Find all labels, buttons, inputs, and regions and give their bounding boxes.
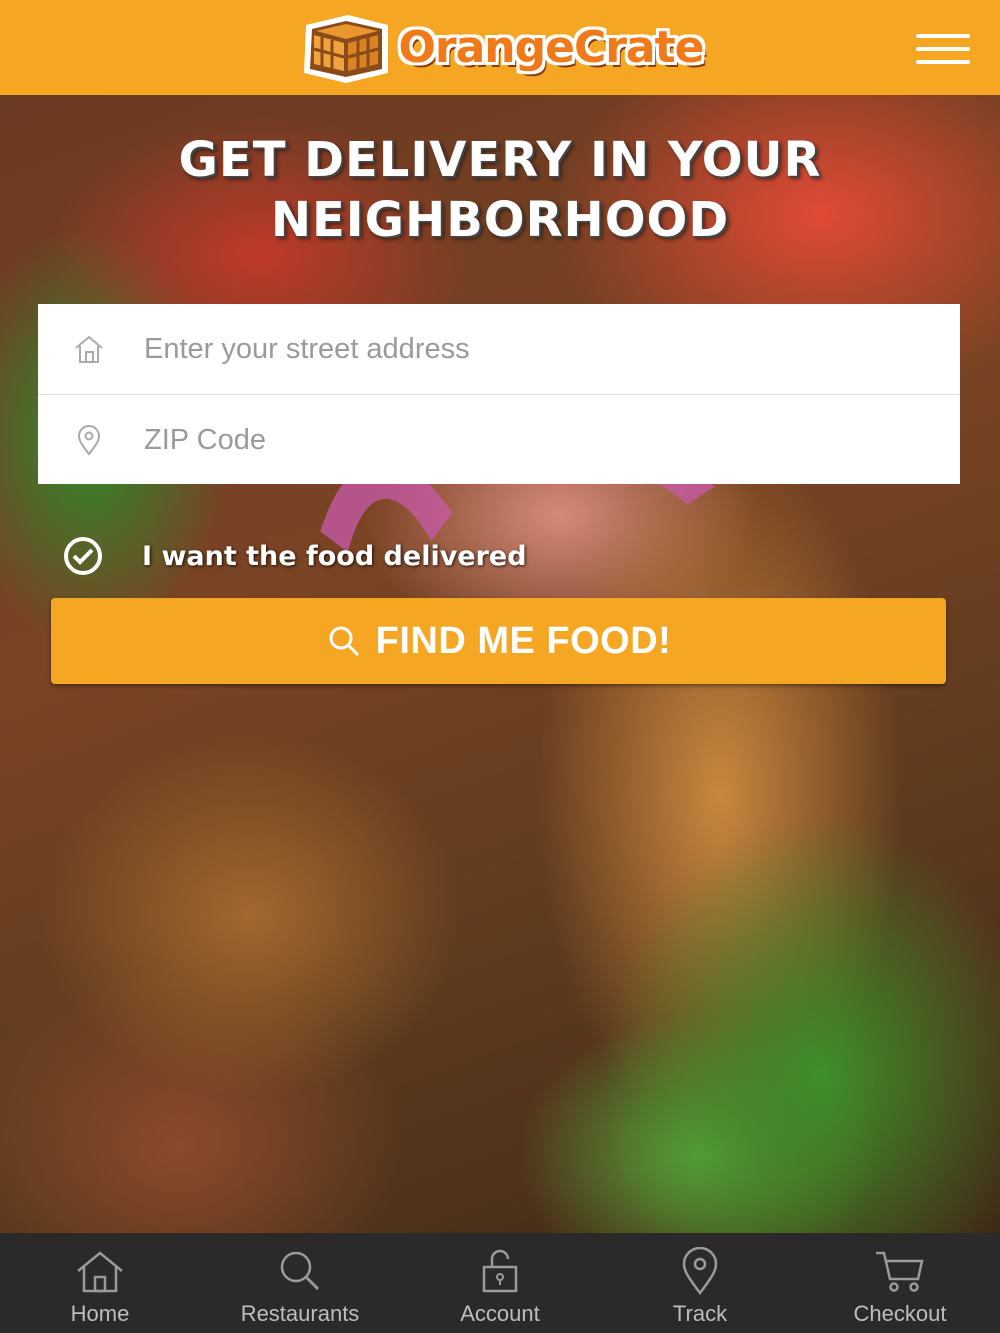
map-pin-icon <box>77 425 101 456</box>
street-address-input[interactable] <box>144 324 934 374</box>
search-icon <box>329 626 359 657</box>
check-circle-icon[interactable] <box>62 535 104 577</box>
app-header: OrangeCrate <box>0 0 1000 95</box>
cart-icon <box>876 1251 924 1292</box>
find-food-button-label: FIND ME FOOD! <box>375 619 672 662</box>
nav-label: Checkout <box>853 1301 947 1326</box>
nav-item-home[interactable]: Home <box>0 1233 200 1333</box>
nav-label: Restaurants <box>240 1301 360 1326</box>
nav-item-account[interactable]: Account <box>400 1233 600 1333</box>
find-food-button[interactable]: FIND ME FOOD! <box>51 598 946 684</box>
nav-label: Home <box>70 1301 130 1326</box>
address-form <box>38 304 960 484</box>
hamburger-menu-icon[interactable] <box>916 34 970 64</box>
brand-logo[interactable]: OrangeCrate <box>296 11 705 85</box>
search-icon <box>280 1251 320 1291</box>
home-icon <box>75 335 103 363</box>
zip-field <box>38 394 960 484</box>
nav-item-checkout[interactable]: Checkout <box>800 1233 1000 1333</box>
hero-title-line2: NEIGHBORHOOD <box>270 192 730 248</box>
home-icon <box>77 1251 123 1293</box>
brand-name: OrangeCrate <box>398 22 704 73</box>
crate-logo-icon <box>304 14 389 83</box>
lock-icon <box>482 1249 518 1293</box>
zip-code-input[interactable] <box>144 415 934 465</box>
nav-label: Account <box>460 1301 540 1326</box>
hero-title-line1: GET DELIVERY IN YOUR <box>178 132 822 188</box>
nav-item-track[interactable]: Track <box>600 1233 800 1333</box>
hero-background: GET DELIVERY IN YOUR NEIGHBORHOOD I want… <box>0 95 1000 1233</box>
hero-title: GET DELIVERY IN YOUR NEIGHBORHOOD <box>0 130 1000 250</box>
map-pin-icon <box>682 1247 718 1295</box>
nav-label: Track <box>672 1301 728 1326</box>
delivery-checkbox-label: I want the food delivered <box>142 540 527 572</box>
bottom-nav: Home Restaurants Account Track Checkout <box>0 1233 1000 1333</box>
delivery-checkbox[interactable]: I want the food delivered <box>62 535 527 577</box>
address-field <box>38 304 960 394</box>
nav-item-restaurants[interactable]: Restaurants <box>200 1233 400 1333</box>
